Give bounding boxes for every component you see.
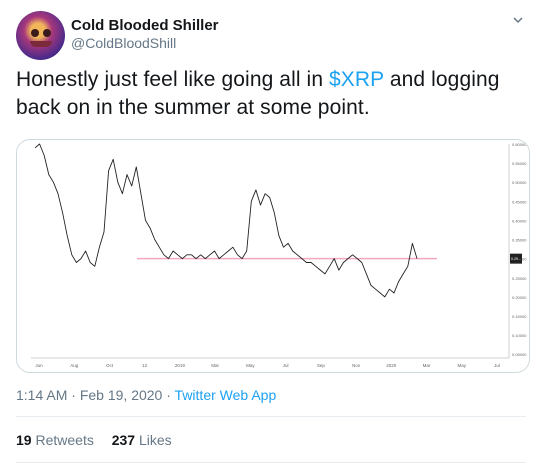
- tweet-text-before: Honestly just feel like going all in: [16, 68, 330, 91]
- chart-y-tick-label: 0.50000: [512, 180, 527, 185]
- chart-x-tick-label: Nov: [352, 363, 361, 368]
- chart-y-tick-label: 0.40000: [512, 218, 527, 223]
- meta-separator-2: ·: [162, 387, 175, 403]
- divider-bottom: [16, 462, 526, 463]
- cashtag-link[interactable]: $XRP: [329, 68, 384, 91]
- likes-count[interactable]: 237: [112, 432, 135, 448]
- chart-x-tick-label: Sep: [317, 363, 326, 368]
- chart-y-tick-label: 0.10000: [512, 333, 527, 338]
- tweet-app-link[interactable]: Twitter Web App: [175, 387, 277, 403]
- chart-image[interactable]: 0.60000 0.55000 0.50000 0.45000 0.40000 0.350…: [16, 139, 530, 373]
- avatar-eye-left: [31, 29, 39, 37]
- chart-x-tick-label: Mar: [423, 363, 431, 368]
- chart-x-tick-label: Jun: [35, 363, 43, 368]
- chart-x-tick-label: 12: [142, 363, 148, 368]
- meta-separator: ·: [67, 387, 80, 403]
- current-price-label: 0.29...: [511, 257, 521, 261]
- avatar-mouth: [30, 41, 52, 47]
- chart-y-tick-label: 0.35000: [512, 238, 527, 243]
- tweet-date[interactable]: Feb 19, 2020: [80, 387, 163, 403]
- price-series-line: [34, 143, 418, 298]
- chart-x-tick-label: Jul: [494, 363, 500, 368]
- chart-y-tick-label: 0.25000: [512, 276, 527, 281]
- likes-label[interactable]: Likes: [139, 432, 172, 448]
- chart-x-tick-label: Jul: [283, 363, 289, 368]
- author-handle[interactable]: @ColdBloodShill: [71, 35, 176, 51]
- tweet-stats: 19 Retweets 237 Likes: [16, 432, 172, 448]
- divider: [16, 416, 526, 417]
- tweet-text: Honestly just feel like going all in $XR…: [16, 66, 526, 122]
- chart-y-tick-label: 0.55000: [512, 161, 527, 166]
- chart-y-tick-label: 0.20000: [512, 295, 527, 300]
- avatar[interactable]: [16, 11, 65, 60]
- retweets-label[interactable]: Retweets: [35, 432, 93, 448]
- chart-y-tick-label: 0.45000: [512, 199, 527, 204]
- chart-x-tick-label: Mar: [211, 363, 219, 368]
- tweet-meta: 1:14 AM · Feb 19, 2020 · Twitter Web App: [16, 387, 276, 403]
- chart-x-tick-label: Oct: [106, 363, 114, 368]
- chart-y-tick-label: 0.60000: [512, 142, 527, 147]
- chart-x-tick-label: May: [458, 363, 467, 368]
- author-name[interactable]: Cold Blooded Shiller: [71, 17, 219, 34]
- chart-y-tick-label: 0.05000: [512, 352, 527, 357]
- tweet-time[interactable]: 1:14 AM: [16, 387, 67, 403]
- chart-x-tick-label: 2019: [175, 363, 186, 368]
- chart-x-tick-label: Aug: [70, 363, 79, 368]
- retweets-count[interactable]: 19: [16, 432, 32, 448]
- price-chart: 0.60000 0.55000 0.50000 0.45000 0.40000 0.350…: [31, 142, 527, 368]
- avatar-eye-right: [43, 29, 51, 37]
- chevron-down-icon[interactable]: [512, 14, 524, 26]
- chart-y-tick-label: 0.15000: [512, 314, 527, 319]
- chart-x-tick-label: May: [246, 363, 255, 368]
- chart-x-tick-label: 2020: [386, 363, 397, 368]
